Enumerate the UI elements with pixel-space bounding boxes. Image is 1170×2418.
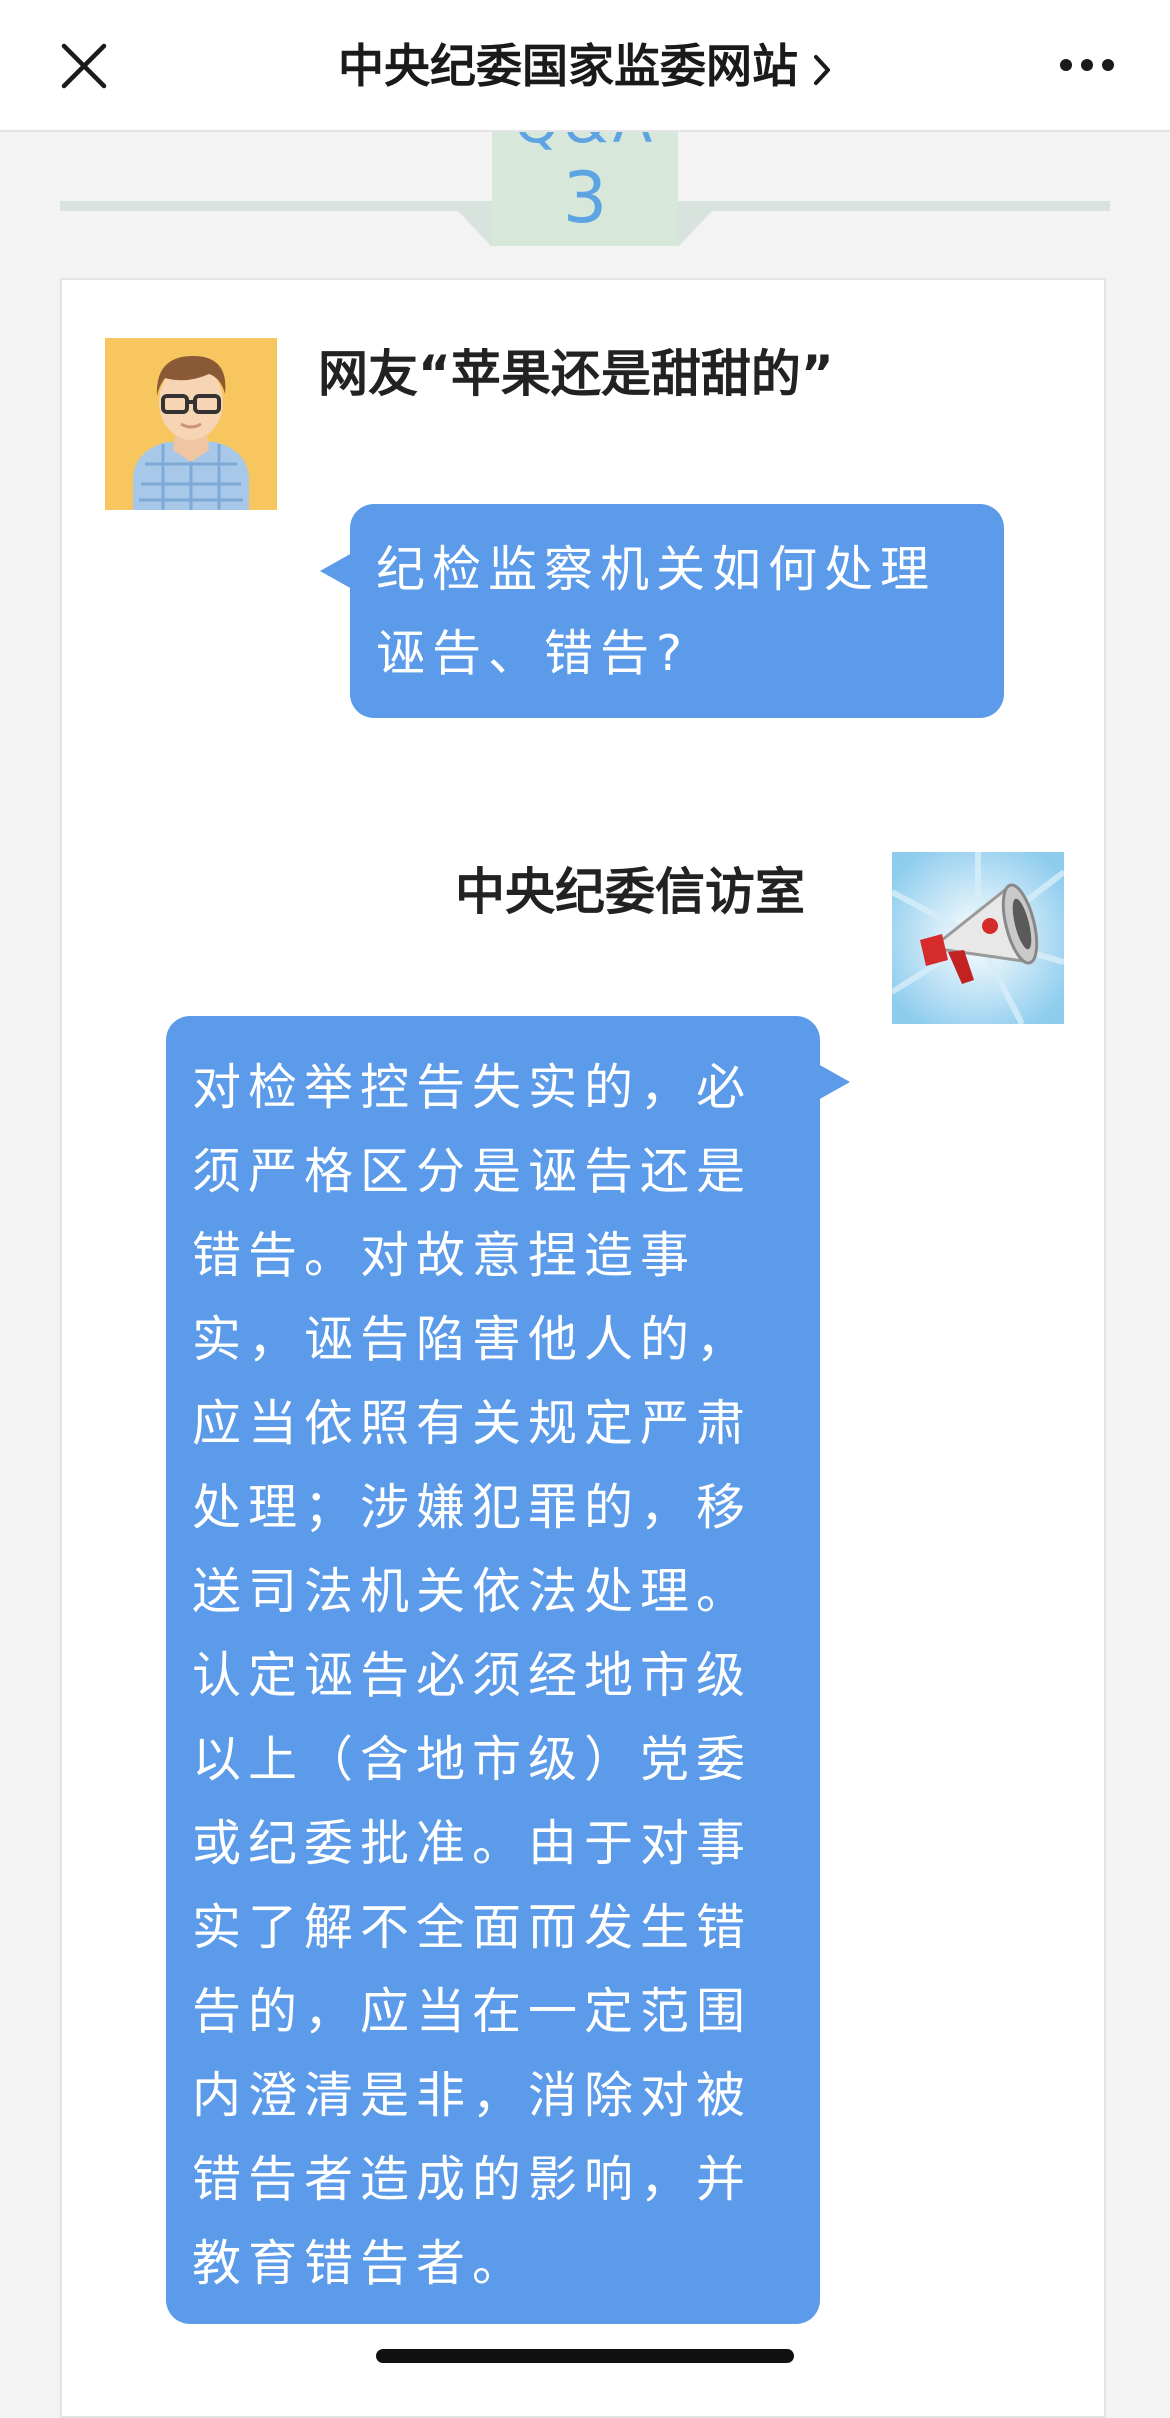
top-navigation-bar: 中央纪委国家监委网站 <box>0 0 1170 132</box>
more-horizontal-icon[interactable] <box>1058 56 1116 74</box>
user-avatar-icon <box>105 338 277 510</box>
answer-bubble-tail <box>818 1064 850 1100</box>
answer-bubble: 对检举控告失实的，必 须严格区分是诬告还是 错告。对故意捏造事 实，诬告陷害他人… <box>166 1016 820 2324</box>
qa-number: 3 <box>562 157 608 239</box>
megaphone-icon <box>892 852 1064 1024</box>
asker-name: 网友“苹果还是甜甜的” <box>318 345 834 403</box>
page-title: 中央纪委国家监委网站 <box>338 39 798 93</box>
account-title-link[interactable]: 中央纪委国家监委网站 <box>0 34 1170 98</box>
banner-notch-left <box>458 211 492 247</box>
responder-name: 中央纪委信访室 <box>455 863 805 921</box>
home-indicator[interactable] <box>376 2349 794 2363</box>
chevron-right-icon <box>814 54 830 85</box>
qa-banner: Q&A 3 <box>492 128 678 246</box>
banner-notch-right <box>678 211 712 247</box>
question-bubble: 纪检监察机关如何处理 诬告、错告? <box>350 504 1004 718</box>
question-bubble-tail <box>320 553 352 589</box>
